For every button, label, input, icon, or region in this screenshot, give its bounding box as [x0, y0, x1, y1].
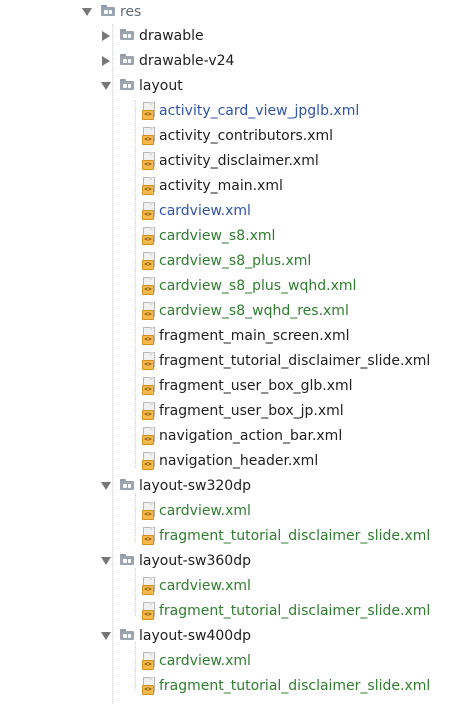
folder-label: layout-sw400dp: [139, 628, 251, 644]
xml-file-icon: <>: [142, 302, 156, 320]
file-node[interactable]: <> cardview.xml: [0, 499, 474, 523]
expand-arrow-open-icon[interactable]: [101, 82, 111, 90]
file-label: fragment_tutorial_disclaimer_slide.xml: [159, 678, 431, 694]
folder-icon: [120, 629, 134, 640]
folder-label: layout-sw320dp: [139, 478, 251, 494]
expand-arrow-closed-icon[interactable]: [102, 56, 110, 66]
folder-node[interactable]: layout-sw360dp: [0, 549, 474, 573]
xml-file-icon: <>: [142, 377, 156, 395]
file-label: activity_contributors.xml: [159, 128, 334, 144]
file-label: navigation_action_bar.xml: [159, 428, 343, 444]
xml-file-icon: <>: [142, 677, 156, 695]
file-label: activity_disclaimer.xml: [159, 153, 319, 169]
file-label: cardview.xml: [159, 653, 251, 669]
expand-arrow-open-icon[interactable]: [101, 632, 111, 640]
xml-file-icon: <>: [142, 577, 156, 595]
folder-label: drawable-v24: [139, 53, 235, 69]
file-node[interactable]: <> fragment_tutorial_disclaimer_slide.xml: [0, 349, 474, 373]
file-label: cardview_s8_plus_wqhd.xml: [159, 278, 357, 294]
xml-file-icon: <>: [142, 427, 156, 445]
file-label: activity_card_view_jpglb.xml: [159, 103, 360, 119]
folder-label: layout: [139, 78, 183, 94]
xml-file-icon: <>: [142, 127, 156, 145]
file-node[interactable]: <> cardview.xml: [0, 199, 474, 223]
xml-file-icon: <>: [142, 177, 156, 195]
folder-node[interactable]: drawable-v24: [0, 49, 474, 73]
file-node[interactable]: <> fragment_tutorial_disclaimer_slide.xml: [0, 524, 474, 548]
file-label: cardview_s8_wqhd_res.xml: [159, 303, 349, 319]
file-label: cardview_s8.xml: [159, 228, 276, 244]
folder-node[interactable]: res: [0, 0, 474, 24]
folder-icon: [120, 29, 134, 40]
file-node[interactable]: <> activity_main.xml: [0, 174, 474, 198]
expand-arrow-open-icon[interactable]: [101, 557, 111, 565]
expand-arrow-open-icon[interactable]: [101, 482, 111, 490]
file-node[interactable]: <> activity_card_view_jpglb.xml: [0, 99, 474, 123]
folder-label: drawable: [139, 28, 204, 44]
xml-file-icon: <>: [142, 652, 156, 670]
xml-file-icon: <>: [142, 252, 156, 270]
file-label: cardview.xml: [159, 503, 251, 519]
folder-icon: [101, 5, 115, 16]
expand-arrow-open-icon[interactable]: [82, 8, 92, 16]
xml-file-icon: <>: [142, 527, 156, 545]
file-node[interactable]: <> navigation_header.xml: [0, 449, 474, 473]
expand-arrow-closed-icon[interactable]: [102, 31, 110, 41]
file-label: fragment_user_box_jp.xml: [159, 403, 344, 419]
file-node[interactable]: <> activity_disclaimer.xml: [0, 149, 474, 173]
file-label: navigation_header.xml: [159, 453, 319, 469]
xml-file-icon: <>: [142, 152, 156, 170]
folder-node[interactable]: layout: [0, 74, 474, 98]
file-node[interactable]: <> cardview_s8_wqhd_res.xml: [0, 299, 474, 323]
xml-file-icon: <>: [142, 352, 156, 370]
xml-file-icon: <>: [142, 502, 156, 520]
folder-node[interactable]: layout-sw320dp: [0, 474, 474, 498]
project-tree: res drawable drawable-v24 layout <> activity_…: [0, 0, 474, 704]
xml-file-icon: <>: [142, 102, 156, 120]
folder-icon: [120, 54, 134, 65]
xml-file-icon: <>: [142, 327, 156, 345]
file-node[interactable]: <> cardview_s8.xml: [0, 224, 474, 248]
folder-icon: [120, 479, 134, 490]
folder-node[interactable]: drawable: [0, 24, 474, 48]
file-label: cardview.xml: [159, 203, 251, 219]
file-node[interactable]: <> activity_contributors.xml: [0, 124, 474, 148]
file-node[interactable]: <> fragment_user_box_jp.xml: [0, 399, 474, 423]
folder-node[interactable]: [0, 699, 474, 704]
file-node[interactable]: <> cardview_s8_plus_wqhd.xml: [0, 274, 474, 298]
file-node[interactable]: <> cardview.xml: [0, 649, 474, 673]
file-node[interactable]: <> fragment_main_screen.xml: [0, 324, 474, 348]
file-node[interactable]: <> fragment_tutorial_disclaimer_slide.xml: [0, 599, 474, 623]
folder-label: res: [120, 4, 142, 20]
xml-file-icon: <>: [142, 452, 156, 470]
file-label: cardview.xml: [159, 578, 251, 594]
file-node[interactable]: <> cardview.xml: [0, 574, 474, 598]
file-node[interactable]: <> navigation_action_bar.xml: [0, 424, 474, 448]
file-label: fragment_main_screen.xml: [159, 328, 350, 344]
file-node[interactable]: <> fragment_tutorial_disclaimer_slide.xml: [0, 674, 474, 698]
xml-file-icon: <>: [142, 602, 156, 620]
file-node[interactable]: <> fragment_user_box_glb.xml: [0, 374, 474, 398]
file-label: fragment_tutorial_disclaimer_slide.xml: [159, 528, 431, 544]
file-label: activity_main.xml: [159, 178, 283, 194]
xml-file-icon: <>: [142, 227, 156, 245]
folder-icon: [120, 79, 134, 90]
xml-file-icon: <>: [142, 277, 156, 295]
folder-node[interactable]: layout-sw400dp: [0, 624, 474, 648]
file-label: fragment_tutorial_disclaimer_slide.xml: [159, 603, 431, 619]
xml-file-icon: <>: [142, 402, 156, 420]
file-label: fragment_tutorial_disclaimer_slide.xml: [159, 353, 431, 369]
file-label: cardview_s8_plus.xml: [159, 253, 312, 269]
folder-label: layout-sw360dp: [139, 553, 251, 569]
file-label: fragment_user_box_glb.xml: [159, 378, 353, 394]
folder-icon: [120, 554, 134, 565]
xml-file-icon: <>: [142, 202, 156, 220]
file-node[interactable]: <> cardview_s8_plus.xml: [0, 249, 474, 273]
